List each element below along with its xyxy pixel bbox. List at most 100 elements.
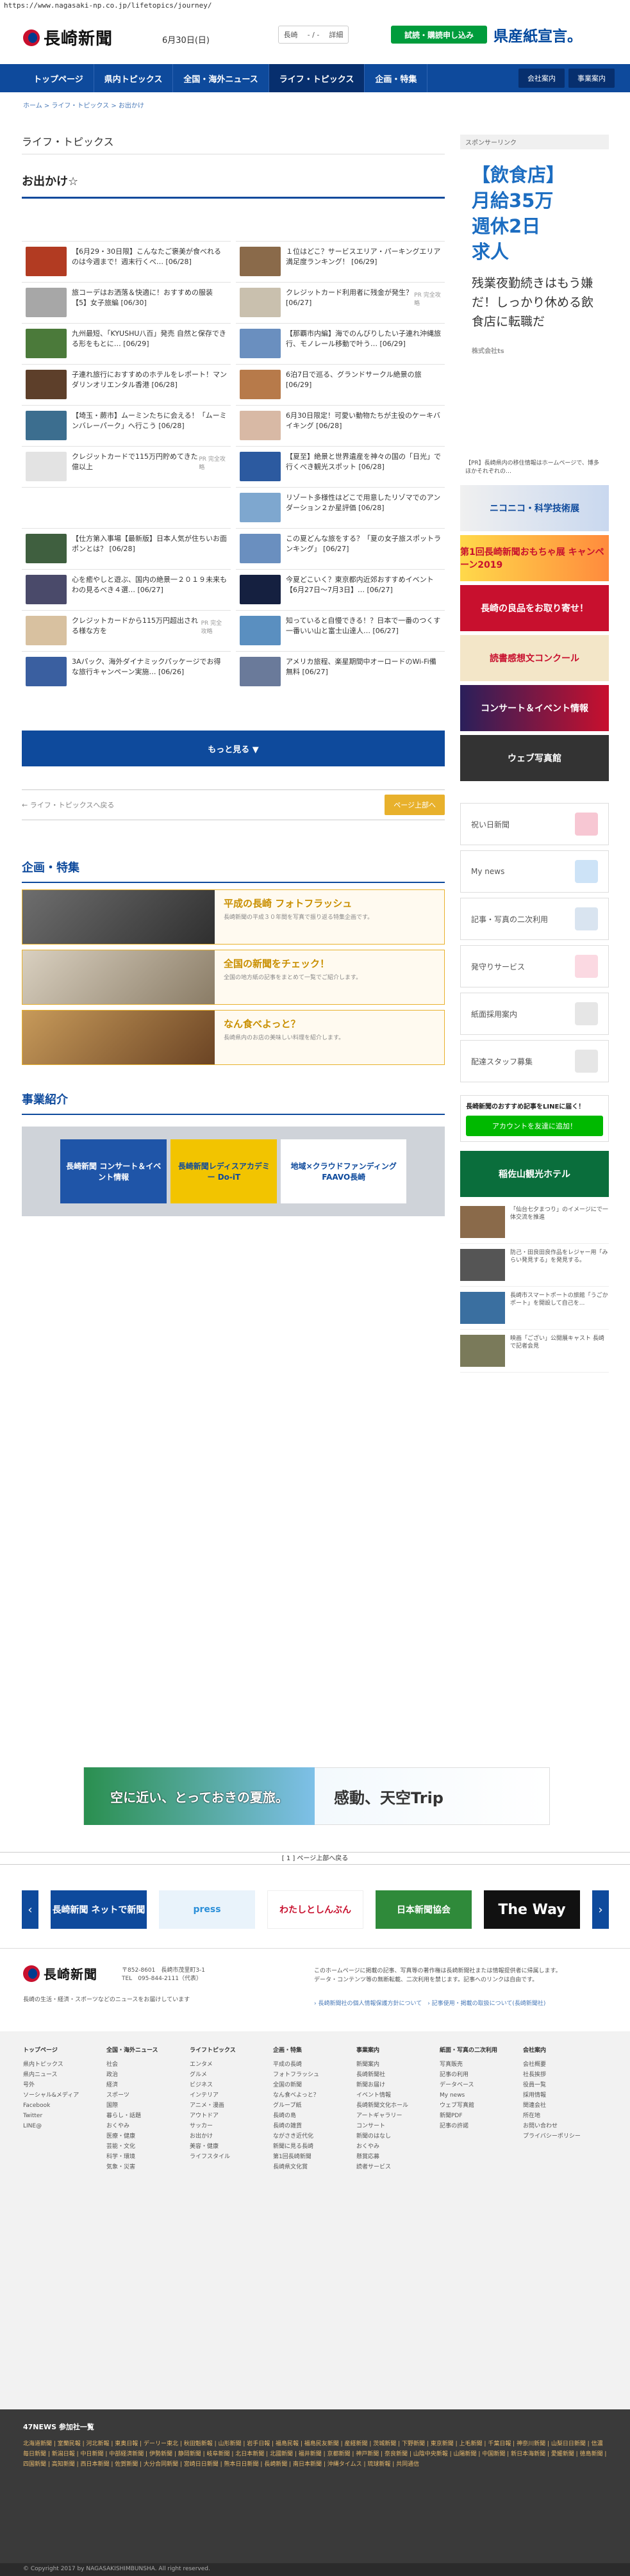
footer-link[interactable]: アートギャラリー — [356, 2111, 433, 2121]
article-item[interactable]: 3Aパック、海外ダイナミックパッケージでお得な旅行キャンペーン実施… [06/2… — [22, 651, 231, 692]
article-item[interactable]: アメリカ旅程、楽星期間中オーロードのWi-Fi備無料 [06/27] — [236, 651, 445, 692]
side-ad-science[interactable]: ニコニコ・科学技術展 — [460, 485, 609, 531]
article-item[interactable]: クレジットカード利用者に残金が発生？ [06/27] PR 完全攻略 — [236, 282, 445, 323]
footer-link[interactable]: 芸能・文化 — [106, 2142, 183, 2152]
site-logo[interactable]: 長崎新聞 — [23, 26, 113, 49]
footer-link[interactable]: 医療・健康 — [106, 2131, 183, 2142]
footer-link[interactable]: プライバシーポリシー — [523, 2131, 600, 2142]
side-ad-toy[interactable]: 第1回長崎新聞おもちゃ展 キャンペーン2019 — [460, 535, 609, 581]
article-item[interactable]: この夏どんな旅をする？「夏の女子旅スポットランキング」 [06/27] — [236, 528, 445, 569]
carousel-prev-icon[interactable]: ‹ — [22, 1890, 38, 1929]
feature-item[interactable]: なん食べよっと？ 長崎県内のお店の美味しい料理を紹介します。 — [22, 1010, 445, 1065]
article-item[interactable]: 旅コーデはお洒落＆快適に！おすすめの服装【5】女子旅編 [06/30] — [22, 282, 231, 323]
article-item[interactable]: 【6月29・30日限】こんなたご褒美が食べれるのは今週まで！週末行くべ… [06… — [22, 241, 231, 282]
footer-link[interactable]: 記事の許諾 — [440, 2121, 517, 2131]
footer-link[interactable]: 写真販売 — [440, 2060, 517, 2070]
footer-column-heading[interactable]: 紙面・写真の二次利用 — [440, 2045, 517, 2056]
bottom-pages[interactable]: [ 1 ] ページ上部へ戻る — [0, 1852, 630, 1865]
footer-link[interactable]: アウトドア — [190, 2111, 267, 2121]
side-news-item[interactable]: 映画「ござい」公開展キャスト 長崎で記者会見 — [460, 1330, 609, 1373]
footer-link[interactable]: 社長挨拶 — [523, 2070, 600, 2080]
footer-link[interactable]: 長崎新聞社 — [356, 2070, 433, 2080]
nav-company[interactable]: 会社案内 — [518, 69, 565, 88]
footer-link[interactable]: アニメ・漫画 — [190, 2101, 267, 2111]
biz-banner-concert[interactable]: 長崎新聞 コンサート＆イベント情報 — [60, 1139, 167, 1203]
footer-link[interactable]: 科学・環境 — [106, 2152, 183, 2162]
nav-local[interactable]: 県内トピックス — [94, 64, 174, 92]
footer-logo[interactable]: 長崎新聞 — [23, 1964, 97, 1983]
side-link-reuse[interactable]: 記事・写真の二次利用 — [460, 898, 609, 940]
footer-link[interactable]: Facebook — [23, 2101, 100, 2111]
carousel-item[interactable]: わたしとしんぶん — [267, 1890, 363, 1929]
footer-link[interactable]: ながさき近代化 — [273, 2131, 350, 2142]
footer-link[interactable]: 長崎新聞文化ホール — [356, 2101, 433, 2111]
article-item[interactable]: 九州最短、「KYUSHU八百」発売 自然と保存できる形をもとに… [06/29] — [22, 323, 231, 364]
article-item[interactable]: 【夏至】絶景と世界遺産を神々の国の「日光」で行くべき観光スポット [06/28] — [236, 446, 445, 487]
footer-link[interactable]: インテリア — [190, 2090, 267, 2101]
article-item[interactable]: 【那覇市内編】海でのんびりしたい子連れ沖縄旅行、モノレール移動で叶う… [06/… — [236, 323, 445, 364]
weather-detail[interactable]: 詳細 — [329, 29, 343, 40]
nav-business[interactable]: 事業案内 — [568, 69, 615, 88]
footer-column-heading[interactable]: ライフトピックス — [190, 2045, 267, 2056]
footer-column-heading[interactable]: トップページ — [23, 2045, 100, 2056]
footer-link[interactable]: なん食べよっと？ — [273, 2090, 350, 2101]
n47-links[interactable]: 北海道新聞 | 室蘭民報 | 河北新報 | 東奥日報 | デーリー東北 | 秋田… — [23, 2439, 607, 2470]
carousel-item[interactable]: The Way — [484, 1890, 580, 1929]
side-ad-goods[interactable]: 長崎の良品をお取り寄せ！ — [460, 585, 609, 631]
footer-link[interactable]: 懸賞応募 — [356, 2152, 433, 2162]
article-item[interactable]: 6月30日限定！可愛い動物たちが主役のケーキバイキング [06/28] — [236, 405, 445, 446]
footer-link[interactable]: 所在地 — [523, 2111, 600, 2121]
side-link-celebration[interactable]: 祝い日新聞 — [460, 803, 609, 845]
feature-item[interactable]: 全国の新聞をチェック！ 全国の地方紙の記事をまとめて一覧でご紹介します。 — [22, 950, 445, 1005]
article-item[interactable]: 6泊7日で巡る、グランドサークル絶景の旅 [06/29] — [236, 364, 445, 405]
article-item[interactable]: 【埼玉・蕨市】ムーミンたちに会える！「ムーミンバレーパーク」へ行こう [06/2… — [22, 405, 231, 446]
job-ad[interactable]: 【飲食店】 月給35万 週休2日 求人 残業夜勤続きはもう嫌だ！しっかり休める飲… — [460, 149, 609, 377]
footer-link[interactable]: スポーツ — [106, 2090, 183, 2101]
footer-link[interactable]: 全国の新聞 — [273, 2080, 350, 2090]
footer-link[interactable]: 会社概要 — [523, 2060, 600, 2070]
side-ad-concert[interactable]: コンサート＆イベント情報 — [460, 685, 609, 731]
article-item[interactable]: クレジットカードで115万円貯めてきた億以上 PR 完全攻略 — [22, 446, 231, 487]
footer-link[interactable]: 号外 — [23, 2080, 100, 2090]
trial-subscribe-button[interactable]: 試読・購読申し込み — [391, 26, 487, 44]
nav-life[interactable]: ライフ・トピックス — [269, 64, 365, 92]
article-item[interactable]: 心を癒やしと遊ぶ、国内の絶景一２０１９未来もわの見るべき４選… [06/27] — [22, 569, 231, 610]
article-item[interactable]: 知っていると自慢できる！？日本で一番のつくす一番いい山と富士山達人… [06/2… — [236, 610, 445, 651]
ad-caption[interactable]: 【PR】長崎県内の移住情報はホームページで、博多ほかそれぞれの… — [460, 454, 609, 481]
footer-link[interactable]: 国際 — [106, 2101, 183, 2111]
footer-link[interactable]: 平成の長崎 — [273, 2060, 350, 2070]
footer-link[interactable]: 読者サービス — [356, 2162, 433, 2172]
nav-features[interactable]: 企画・特集 — [365, 64, 428, 92]
footer-link[interactable]: 長崎の雑貨 — [273, 2121, 350, 2131]
article-item[interactable]: 子連れ旅行におすすめのホテルをレポート！マンダリンオリエンタル香港 [06/28… — [22, 364, 231, 405]
footer-link[interactable]: サッカー — [190, 2121, 267, 2131]
more-button[interactable]: もっと見る ▼ — [22, 731, 445, 766]
bottom-ad-banner[interactable]: 空に近い、とっておきの夏旅。 感動、天空Trip — [83, 1767, 550, 1825]
side-link-service[interactable]: 発守りサービス — [460, 945, 609, 987]
carousel-next-icon[interactable]: › — [592, 1890, 609, 1929]
footer-link[interactable]: グループ紙 — [273, 2101, 350, 2111]
browser-url[interactable]: https://www.nagasaki-np.co.jp/lifetopics… — [0, 0, 630, 12]
carousel-item[interactable]: 長崎新聞 ネットで新聞 — [51, 1890, 147, 1929]
footer-link[interactable]: お問い合わせ — [523, 2121, 600, 2131]
side-ad-photo[interactable]: ウェブ写真館 — [460, 735, 609, 781]
footer-column-heading[interactable]: 事業案内 — [356, 2045, 433, 2056]
article-item[interactable]: 今夏どこいく？東京都内近郊おすすめイベント【6月27日〜7月3日】… [06/2… — [236, 569, 445, 610]
footer-link[interactable]: 新聞案内 — [356, 2060, 433, 2070]
feature-item[interactable]: 平成の長崎 フォトフラッシュ 長崎新聞の平成３０年間を写真で振り返る特集企画です… — [22, 889, 445, 945]
side-link-mynews[interactable]: My news — [460, 850, 609, 893]
side-news-item[interactable]: 長崎市スマートポートの旅館「うごかポート」を開設して自己を... — [460, 1287, 609, 1330]
line-add-button[interactable]: アカウントを友達に追加！ — [466, 1116, 603, 1136]
footer-link[interactable]: 長崎の島 — [273, 2111, 350, 2121]
footer-link[interactable]: コンサート — [356, 2121, 433, 2131]
back-link[interactable]: ← ライフ・トピックスへ戻る — [22, 800, 114, 810]
side-ad-essay[interactable]: 読書感想文コンクール — [460, 635, 609, 681]
footer-link[interactable]: エンタメ — [190, 2060, 267, 2070]
biz-banner-faavo[interactable]: 地域×クラウドファンディング FAAVO長崎 — [281, 1139, 406, 1203]
footer-link[interactable]: 経済 — [106, 2080, 183, 2090]
biz-banner-doit[interactable]: 長崎新聞レディスアカデミー Do-iT — [170, 1139, 278, 1203]
footer-link[interactable]: ビジネス — [190, 2080, 267, 2090]
footer-link[interactable]: 記事の利用 — [440, 2070, 517, 2080]
footer-link[interactable]: 新聞PDF — [440, 2111, 517, 2121]
footer-link[interactable]: ウェブ写真館 — [440, 2101, 517, 2111]
